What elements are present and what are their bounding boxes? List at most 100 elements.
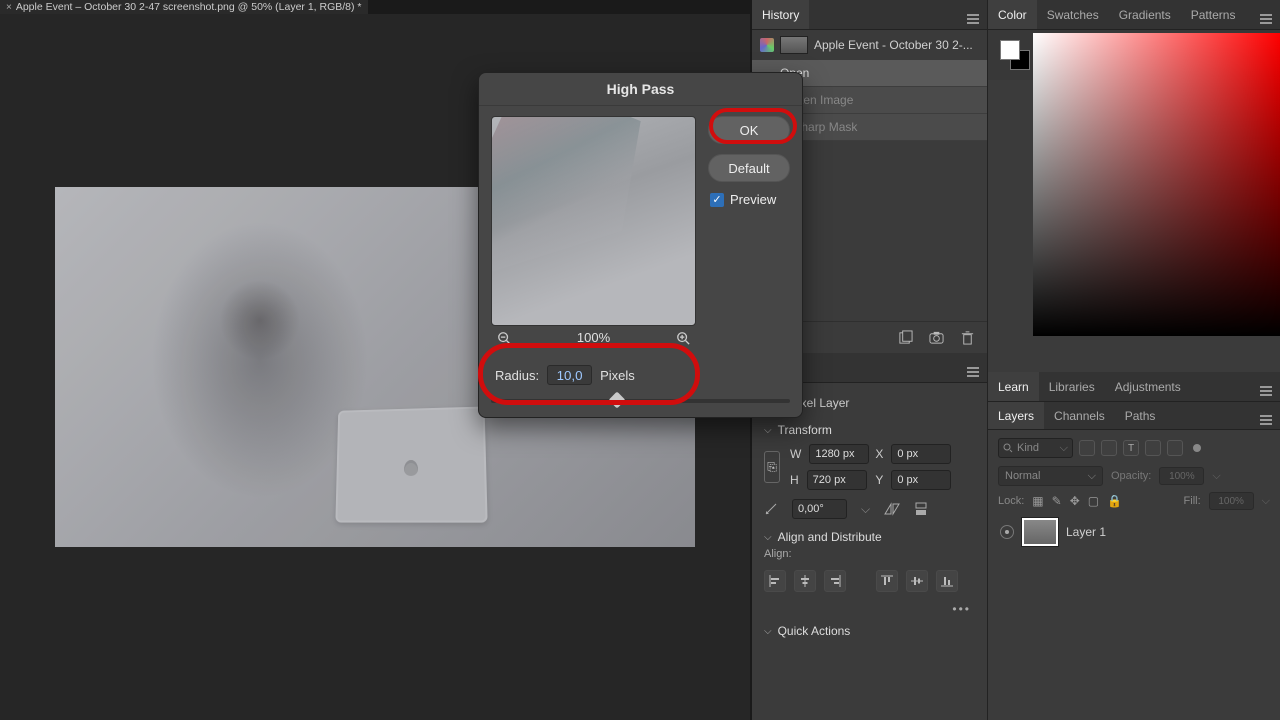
align-right-icon[interactable] xyxy=(824,570,846,592)
tab-layers[interactable]: Layers xyxy=(988,402,1044,429)
lock-all-icon[interactable]: 🔒 xyxy=(1107,494,1122,508)
tab-adjustments[interactable]: Adjustments xyxy=(1105,372,1191,401)
layer-kind-filter[interactable]: Kind ⌵ xyxy=(998,438,1073,458)
filter-shape-icon[interactable] xyxy=(1145,440,1161,456)
y-label: Y xyxy=(875,473,883,487)
filter-preview-thumbnail[interactable] xyxy=(491,116,696,326)
visibility-toggle-icon[interactable] xyxy=(1000,525,1014,539)
align-hcenter-icon[interactable] xyxy=(794,570,816,592)
chevron-down-icon[interactable]: ⌵ xyxy=(1262,495,1270,508)
history-panel-tabs: History xyxy=(752,0,987,30)
history-thumbnail xyxy=(780,36,808,54)
transform-section-header[interactable]: Transform xyxy=(764,415,975,441)
tab-paths[interactable]: Paths xyxy=(1115,402,1166,429)
kind-label: Kind xyxy=(1017,442,1039,454)
new-document-icon[interactable] xyxy=(898,330,913,345)
chevron-down-icon[interactable]: ⌵ xyxy=(1212,470,1220,483)
fill-label: Fill: xyxy=(1184,495,1201,507)
panel-menu-icon[interactable] xyxy=(1252,5,1280,24)
layers-panel-body: Kind ⌵ T Normal⌵ Opacity: 100% ⌵ Lock: ▦… xyxy=(988,430,1280,562)
color-field[interactable] xyxy=(1033,33,1280,336)
dialog-title: High Pass xyxy=(479,73,802,106)
link-wh-icon[interactable]: ⎘ xyxy=(764,451,780,483)
panel-menu-icon[interactable] xyxy=(959,5,987,24)
lock-artboard-icon[interactable]: ▢ xyxy=(1088,494,1099,508)
layers-panel-tabs: Layers Channels Paths xyxy=(988,402,1280,430)
trash-icon[interactable] xyxy=(960,330,975,345)
fill-value[interactable]: 100% xyxy=(1209,492,1254,510)
zoom-out-icon[interactable] xyxy=(497,331,511,345)
foreground-background-swatch[interactable] xyxy=(1000,40,1030,70)
tab-patterns[interactable]: Patterns xyxy=(1181,0,1246,29)
history-snapshot-row[interactable]: Apple Event - October 30 2-... xyxy=(752,30,987,60)
filter-type-icon[interactable]: T xyxy=(1123,440,1139,456)
radius-unit-label: Pixels xyxy=(600,368,635,383)
filter-toggle-icon[interactable] xyxy=(1193,444,1201,452)
flip-horizontal-icon[interactable] xyxy=(884,502,900,516)
panel-menu-icon[interactable] xyxy=(1252,406,1280,425)
layer-thumbnail[interactable] xyxy=(1022,518,1058,546)
zoom-in-icon[interactable] xyxy=(676,331,690,345)
zoom-level-label: 100% xyxy=(577,330,610,345)
filter-smartobj-icon[interactable] xyxy=(1167,440,1183,456)
camera-icon[interactable] xyxy=(929,330,944,345)
align-top-icon[interactable] xyxy=(876,570,898,592)
more-options-icon[interactable]: ••• xyxy=(764,598,975,616)
slider-thumb[interactable] xyxy=(608,392,625,409)
history-brush-icon xyxy=(760,38,774,52)
document-tab[interactable]: × Apple Event – October 30 2-47 screensh… xyxy=(0,0,368,14)
lock-pixels-icon[interactable]: ✎ xyxy=(1052,494,1062,508)
quick-actions-header[interactable]: Quick Actions xyxy=(764,616,975,642)
tab-history[interactable]: History xyxy=(752,0,809,29)
properties-panel-body: Pixel Layer Transform ⎘ W H X Y ⌵ Align … xyxy=(752,383,987,650)
tab-color[interactable]: Color xyxy=(988,0,1037,29)
angle-input[interactable] xyxy=(792,499,847,519)
preview-checkbox[interactable]: ✓ xyxy=(710,193,724,207)
tab-learn[interactable]: Learn xyxy=(988,372,1039,401)
foreground-color-swatch[interactable] xyxy=(1000,40,1020,60)
panel-menu-icon[interactable] xyxy=(959,358,987,377)
layer-name[interactable]: Layer 1 xyxy=(1066,525,1106,539)
y-input[interactable] xyxy=(891,470,951,490)
align-section-header[interactable]: Align and Distribute xyxy=(764,522,975,548)
align-sublabel: Align: xyxy=(764,548,975,564)
color-panel-tabs: Color Swatches Gradients Patterns xyxy=(988,0,1280,30)
height-input[interactable] xyxy=(807,470,867,490)
panel-menu-icon[interactable] xyxy=(1252,377,1280,396)
tab-swatches[interactable]: Swatches xyxy=(1037,0,1109,29)
ok-button[interactable]: OK xyxy=(708,116,790,144)
filter-adjustment-icon[interactable] xyxy=(1101,440,1117,456)
align-bottom-icon[interactable] xyxy=(936,570,958,592)
filter-pixel-icon[interactable] xyxy=(1079,440,1095,456)
search-icon xyxy=(1003,443,1013,453)
layer-row[interactable]: Layer 1 xyxy=(998,510,1270,554)
radius-slider[interactable] xyxy=(491,399,790,403)
chevron-down-icon: ⌵ xyxy=(1060,442,1068,455)
rotate-icon xyxy=(764,502,778,516)
radius-label: Radius: xyxy=(495,368,539,383)
lock-label: Lock: xyxy=(998,495,1024,507)
align-left-icon[interactable] xyxy=(764,570,786,592)
blend-mode-select[interactable]: Normal⌵ xyxy=(998,466,1103,486)
align-vcenter-icon[interactable] xyxy=(906,570,928,592)
high-pass-dialog: High Pass 100% OK Default ✓ Preview Radi… xyxy=(478,72,803,418)
history-doc-name: Apple Event - October 30 2-... xyxy=(814,38,973,52)
radius-input[interactable] xyxy=(547,365,592,385)
preview-label: Preview xyxy=(730,192,776,207)
tab-libraries[interactable]: Libraries xyxy=(1039,372,1105,401)
w-label: W xyxy=(790,447,801,461)
tab-channels[interactable]: Channels xyxy=(1044,402,1115,429)
angle-dropdown-icon[interactable]: ⌵ xyxy=(861,502,870,517)
close-tab-icon[interactable]: × xyxy=(6,2,12,13)
width-input[interactable] xyxy=(809,444,869,464)
x-input[interactable] xyxy=(891,444,951,464)
h-label: H xyxy=(790,473,799,487)
flip-vertical-icon[interactable] xyxy=(914,501,928,517)
image-content-laptop xyxy=(335,407,487,523)
tab-gradients[interactable]: Gradients xyxy=(1109,0,1181,29)
x-label: X xyxy=(875,447,883,461)
opacity-value[interactable]: 100% xyxy=(1159,467,1204,485)
default-button[interactable]: Default xyxy=(708,154,790,182)
lock-transparency-icon[interactable]: ▦ xyxy=(1032,494,1043,508)
lock-position-icon[interactable]: ✥ xyxy=(1070,494,1080,508)
